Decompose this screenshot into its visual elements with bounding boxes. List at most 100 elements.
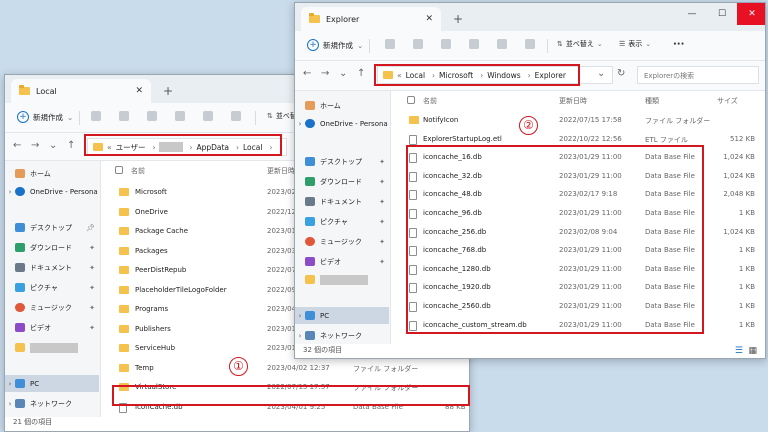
select-all-checkbox[interactable] — [115, 166, 123, 174]
copy-icon[interactable] — [119, 111, 129, 121]
sidebar-item-network[interactable]: › ネットワーク — [295, 327, 391, 344]
share-icon[interactable] — [497, 39, 507, 49]
left-new-button[interactable]: + 新規作成 ⌄ — [17, 111, 73, 123]
sidebar-item-music[interactable]: ミュージック ✦ — [5, 299, 101, 316]
right-address-bar[interactable]: « Local › Microsoft › Windows › Explorer — [377, 66, 613, 84]
rename-icon[interactable] — [175, 111, 185, 121]
add-tab-icon[interactable]: + — [453, 12, 463, 26]
refresh-icon[interactable]: ↻ — [617, 68, 625, 79]
sidebar-item-network[interactable]: › ネットワーク — [5, 395, 101, 412]
plus-icon: + — [307, 39, 319, 51]
back-icon[interactable]: ← — [13, 140, 21, 151]
sidebar-item-pictures[interactable]: ピクチャ ✦ — [5, 279, 101, 296]
file-size: 1,024 KB — [723, 153, 755, 162]
up-icon[interactable]: ↑ — [357, 68, 365, 79]
table-row[interactable]: iconcache_32.db 2023/01/29 11:00 Data Base… — [397, 167, 765, 185]
column-name[interactable]: 名前 — [131, 166, 145, 176]
sidebar-item-redacted[interactable] — [5, 339, 101, 356]
cut-icon[interactable] — [91, 111, 101, 121]
sidebar-item-desktop[interactable]: デスクトップ 📌︎ — [5, 219, 101, 236]
sidebar-item-video[interactable]: ビデオ ✦ — [5, 319, 101, 336]
column-date[interactable]: 更新日時 — [559, 96, 587, 106]
forward-icon[interactable]: → — [321, 68, 329, 79]
maximize-icon[interactable]: ☐ — [707, 3, 737, 25]
address-dropdown-icon[interactable]: ⌄ — [597, 68, 605, 79]
file-date: 2023/01/29 11:00 — [559, 209, 622, 217]
delete-icon[interactable] — [231, 111, 241, 121]
breadcrumb-users[interactable]: ユーザー — [116, 142, 146, 153]
breadcrumb-windows[interactable]: Windows — [487, 71, 520, 80]
chevron-down-icon[interactable]: ⌄ — [49, 140, 57, 151]
right-new-button[interactable]: + 新規作成 ⌄ — [307, 39, 363, 51]
close-icon[interactable]: ✕ — [425, 14, 433, 24]
table-row[interactable]: iconcache_256.db 2023/02/08 9:04 Data Base… — [397, 223, 765, 241]
table-row[interactable]: iconcache_custom_stream.db 2023/01/29 11:… — [397, 316, 765, 334]
sidebar-item-documents[interactable]: ドキュメント ✦ — [5, 259, 101, 276]
chevron-down-icon[interactable]: ⌄ — [339, 68, 347, 79]
table-row[interactable]: iconcache_768.db 2023/01/29 11:00 Data Bas… — [397, 241, 765, 259]
sidebar-item-pc[interactable]: › PC — [5, 375, 99, 392]
window-close-icon[interactable]: ✕ — [737, 3, 765, 25]
close-icon[interactable]: ✕ — [135, 86, 143, 96]
table-row[interactable]: IconCache.db 2023/04/01 9:25 Data Base Fil… — [105, 398, 469, 416]
sidebar-item-downloads[interactable]: ダウンロード ✦ — [295, 173, 391, 190]
sidebar-item-redacted[interactable] — [295, 271, 391, 288]
paste-icon[interactable] — [441, 39, 451, 49]
search-input[interactable]: Explorerの検索 — [637, 66, 759, 84]
table-row[interactable]: iconcache_48.db 2023/02/17 9:18 Data Base … — [397, 185, 765, 203]
breadcrumb-microsoft[interactable]: Microsoft — [439, 71, 473, 80]
sidebar-item-documents[interactable]: ドキュメント ✦ — [295, 193, 391, 210]
back-icon[interactable]: ← — [303, 68, 311, 79]
tiles-view-icon[interactable]: ▦ — [748, 346, 757, 356]
left-sort-button[interactable]: ⇅ 並べ替 — [267, 111, 297, 121]
delete-icon[interactable] — [525, 39, 535, 49]
table-row[interactable]: iconcache_1280.db 2023/01/29 11:00 Data Ba… — [397, 260, 765, 278]
copy-icon[interactable] — [413, 39, 423, 49]
sidebar-item-onedrive[interactable]: › OneDrive - Persona — [5, 183, 101, 200]
table-row[interactable]: Temp 2023/04/02 12:37 ファイル フォルダー — [105, 359, 469, 377]
right-view-button[interactable]: ☰ 表示 ⌄ — [619, 39, 651, 49]
sidebar-item-home[interactable]: ホーム — [295, 97, 391, 114]
up-icon[interactable]: ↑ — [67, 140, 75, 151]
table-row[interactable]: iconcache_16.db 2023/01/29 11:00 Data Base… — [397, 148, 765, 166]
sidebar-item-pc[interactable]: › PC — [295, 307, 389, 324]
sidebar-item-onedrive[interactable]: › OneDrive - Persona — [295, 115, 391, 132]
table-row[interactable]: NotifyIcon 2022/07/15 17:58 ファイル フォルダー — [397, 111, 765, 129]
column-name[interactable]: 名前 — [423, 96, 437, 106]
paste-icon[interactable] — [147, 111, 157, 121]
right-sort-button[interactable]: ⇅ 並べ替え ⌄ — [557, 39, 603, 49]
sidebar-item-video[interactable]: ビデオ ✦ — [295, 253, 391, 270]
chevron-down-icon: ⌄ — [67, 112, 74, 122]
sidebar-item-downloads[interactable]: ダウンロード ✦ — [5, 239, 101, 256]
minimize-icon[interactable]: — — [677, 3, 707, 25]
cut-icon[interactable] — [385, 39, 395, 49]
sidebar-item-pictures[interactable]: ピクチャ ✦ — [295, 213, 391, 230]
table-row[interactable]: ExplorerStartupLog.etl 2022/10/22 12:56 ET… — [397, 130, 765, 148]
add-tab-icon[interactable]: + — [163, 84, 173, 98]
sidebar-item-desktop[interactable]: デスクトップ ✦ — [295, 153, 391, 170]
breadcrumb-local[interactable]: Local — [406, 71, 425, 80]
column-type[interactable]: 種類 — [645, 96, 659, 106]
breadcrumb-appdata[interactable]: AppData — [196, 143, 229, 152]
forward-icon[interactable]: → — [31, 140, 39, 151]
table-row[interactable]: VirtualStore 2022/07/15 17:57 ファイル フォルダー — [105, 378, 469, 396]
more-options-button[interactable]: ··· — [673, 39, 684, 50]
right-tab[interactable]: Explorer ✕ — [301, 7, 441, 31]
select-all-checkbox[interactable] — [407, 96, 415, 104]
left-tab[interactable]: Local ✕ — [11, 79, 151, 103]
table-row[interactable]: iconcache_96.db 2023/01/29 11:00 Data Base… — [397, 204, 765, 222]
table-row[interactable]: iconcache_1920.db 2023/01/29 11:00 Data Ba… — [397, 278, 765, 296]
details-view-icon[interactable]: ☰ — [735, 346, 743, 356]
share-icon[interactable] — [203, 111, 213, 121]
breadcrumb-local[interactable]: Local — [243, 143, 262, 152]
onedrive-icon — [15, 187, 25, 196]
file-name: Packages — [135, 246, 168, 255]
column-size[interactable]: サイズ — [717, 96, 738, 106]
sidebar-item-home[interactable]: ホーム — [5, 165, 101, 182]
breadcrumb-explorer[interactable]: Explorer — [535, 71, 566, 80]
rename-icon[interactable] — [469, 39, 479, 49]
sidebar-item-music[interactable]: ミュージック ✦ — [295, 233, 391, 250]
table-row[interactable]: iconcache_2560.db 2023/01/29 11:00 Data Ba… — [397, 297, 765, 315]
column-date[interactable]: 更新日時 — [267, 166, 295, 176]
left-address-bar[interactable]: « ユーザー › › AppData › Local › — [87, 138, 287, 156]
